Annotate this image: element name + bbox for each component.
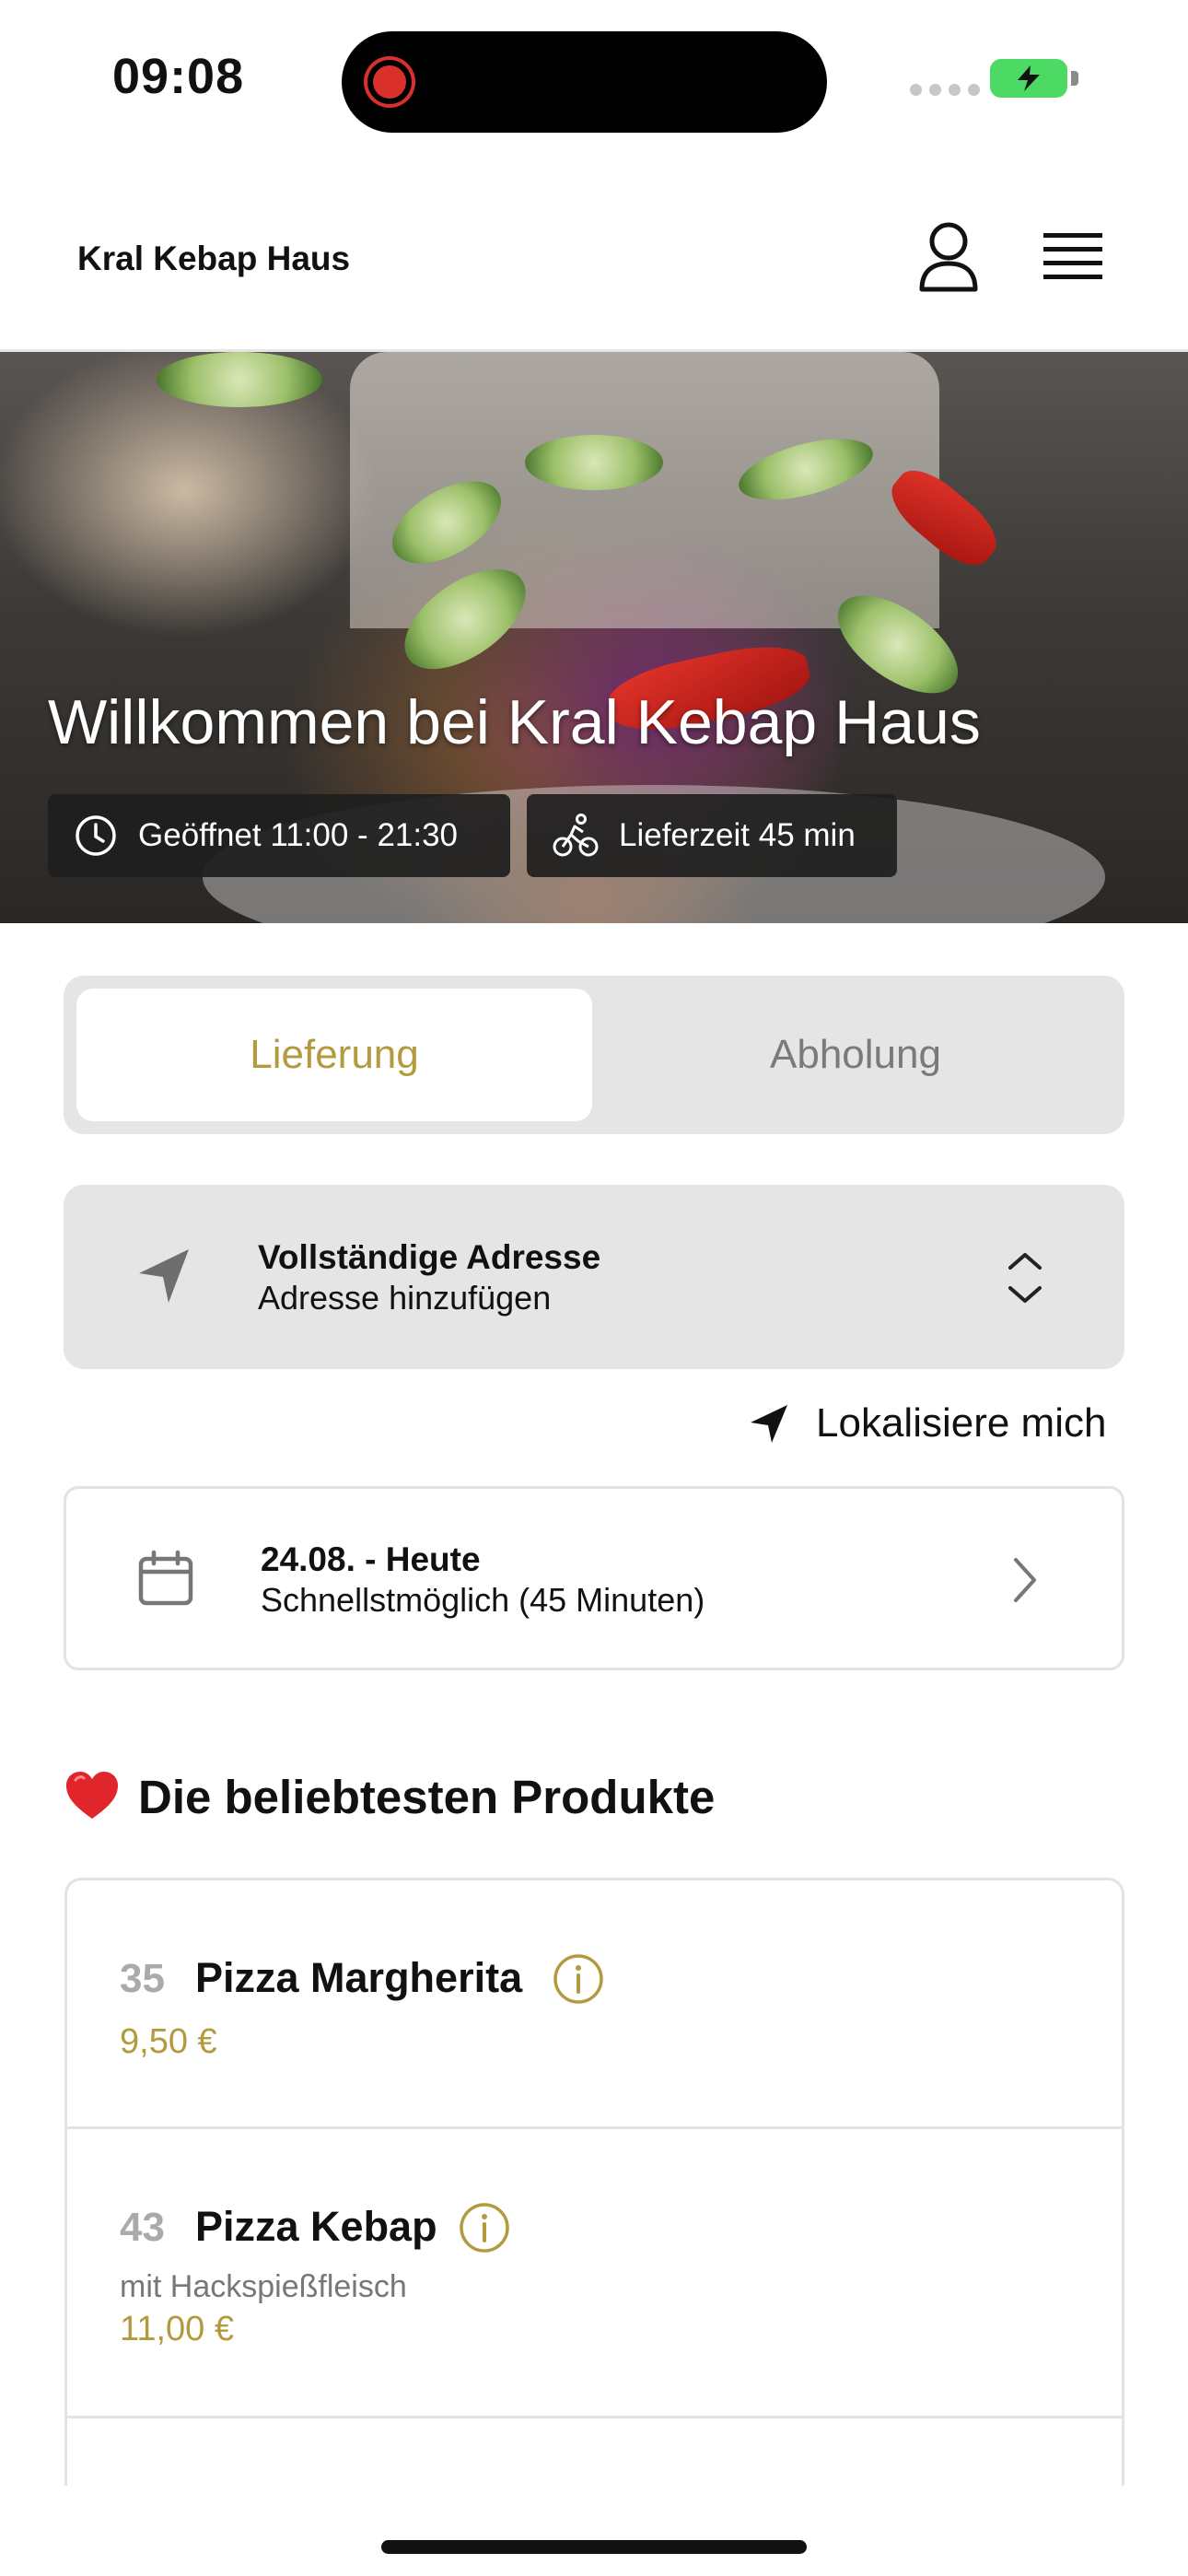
product-item[interactable]: 43 Pizza Kebap mit Hackspießfleisch 11,0… <box>67 2129 1122 2418</box>
product-price: 11,00 € <box>120 2310 234 2348</box>
popular-section-title: Die beliebtesten Produkte <box>64 1769 715 1824</box>
battery-icon <box>990 59 1067 98</box>
tab-delivery[interactable]: Lieferung <box>76 989 592 1121</box>
popular-products-list: 35 Pizza Margherita 9,50 € 43 Pizza Keba… <box>64 1878 1124 2486</box>
address-title: Vollständige Adresse <box>258 1238 601 1276</box>
info-icon[interactable] <box>459 2202 510 2254</box>
battery-cap <box>1071 71 1078 86</box>
schedule-selector[interactable]: 24.08. - Heute Schnellstmöglich (45 Minu… <box>64 1486 1124 1670</box>
chevron-right-icon <box>1014 1558 1036 1602</box>
brand-name[interactable]: Kral Kebap Haus <box>77 240 350 278</box>
calendar-icon <box>138 1550 193 1606</box>
clock-icon <box>76 815 116 856</box>
bike-icon <box>553 814 599 857</box>
popular-title-text: Die beliebtesten Produkte <box>138 1770 716 1823</box>
opening-hours-badge: Geöffnet 11:00 - 21:30 <box>48 794 510 877</box>
heart-icon <box>66 1772 118 1819</box>
tab-pickup[interactable]: Abholung <box>598 989 1113 1121</box>
address-subtitle: Adresse hinzufügen <box>258 1279 552 1317</box>
product-price: 9,50 € <box>120 2022 217 2061</box>
signal-icon <box>910 84 980 96</box>
dynamic-island <box>342 31 827 133</box>
delivery-time-badge: Lieferzeit 45 min <box>527 794 897 877</box>
menu-icon[interactable] <box>1043 231 1102 283</box>
product-number: 43 <box>120 2205 165 2250</box>
delivery-time-text: Lieferzeit 45 min <box>619 817 856 853</box>
product-description: mit Hackspießfleisch <box>120 2269 407 2304</box>
status-time: 09:08 <box>112 49 245 104</box>
user-icon[interactable] <box>918 221 979 293</box>
schedule-subtitle: Schnellstmöglich (45 Minuten) <box>261 1581 705 1619</box>
address-selector[interactable]: Vollständige Adresse Adresse hinzufügen <box>64 1185 1124 1369</box>
chevron-updown-icon <box>1008 1253 1042 1303</box>
recording-indicator-icon <box>373 65 406 99</box>
schedule-title: 24.08. - Heute <box>261 1540 481 1578</box>
home-indicator[interactable] <box>381 2540 807 2554</box>
location-arrow-icon <box>139 1249 189 1303</box>
opening-hours-text: Geöffnet 11:00 - 21:30 <box>138 817 459 853</box>
product-name: Pizza Margherita <box>195 1954 523 2001</box>
hero-title: Willkommen bei Kral Kebap Haus <box>48 687 981 757</box>
info-icon[interactable] <box>553 1953 604 2005</box>
locate-me-label: Lokalisiere mich <box>816 1400 1107 1446</box>
locate-me-button[interactable]: Lokalisiere mich <box>748 1400 1106 1446</box>
product-item[interactable]: 35 Pizza Margherita 9,50 € <box>67 1880 1122 2129</box>
order-mode-switch: Lieferung Abholung <box>64 976 1124 1134</box>
product-name: Pizza Kebap <box>195 2203 437 2250</box>
location-arrow-icon <box>751 1405 787 1443</box>
product-number: 35 <box>120 1956 165 2001</box>
